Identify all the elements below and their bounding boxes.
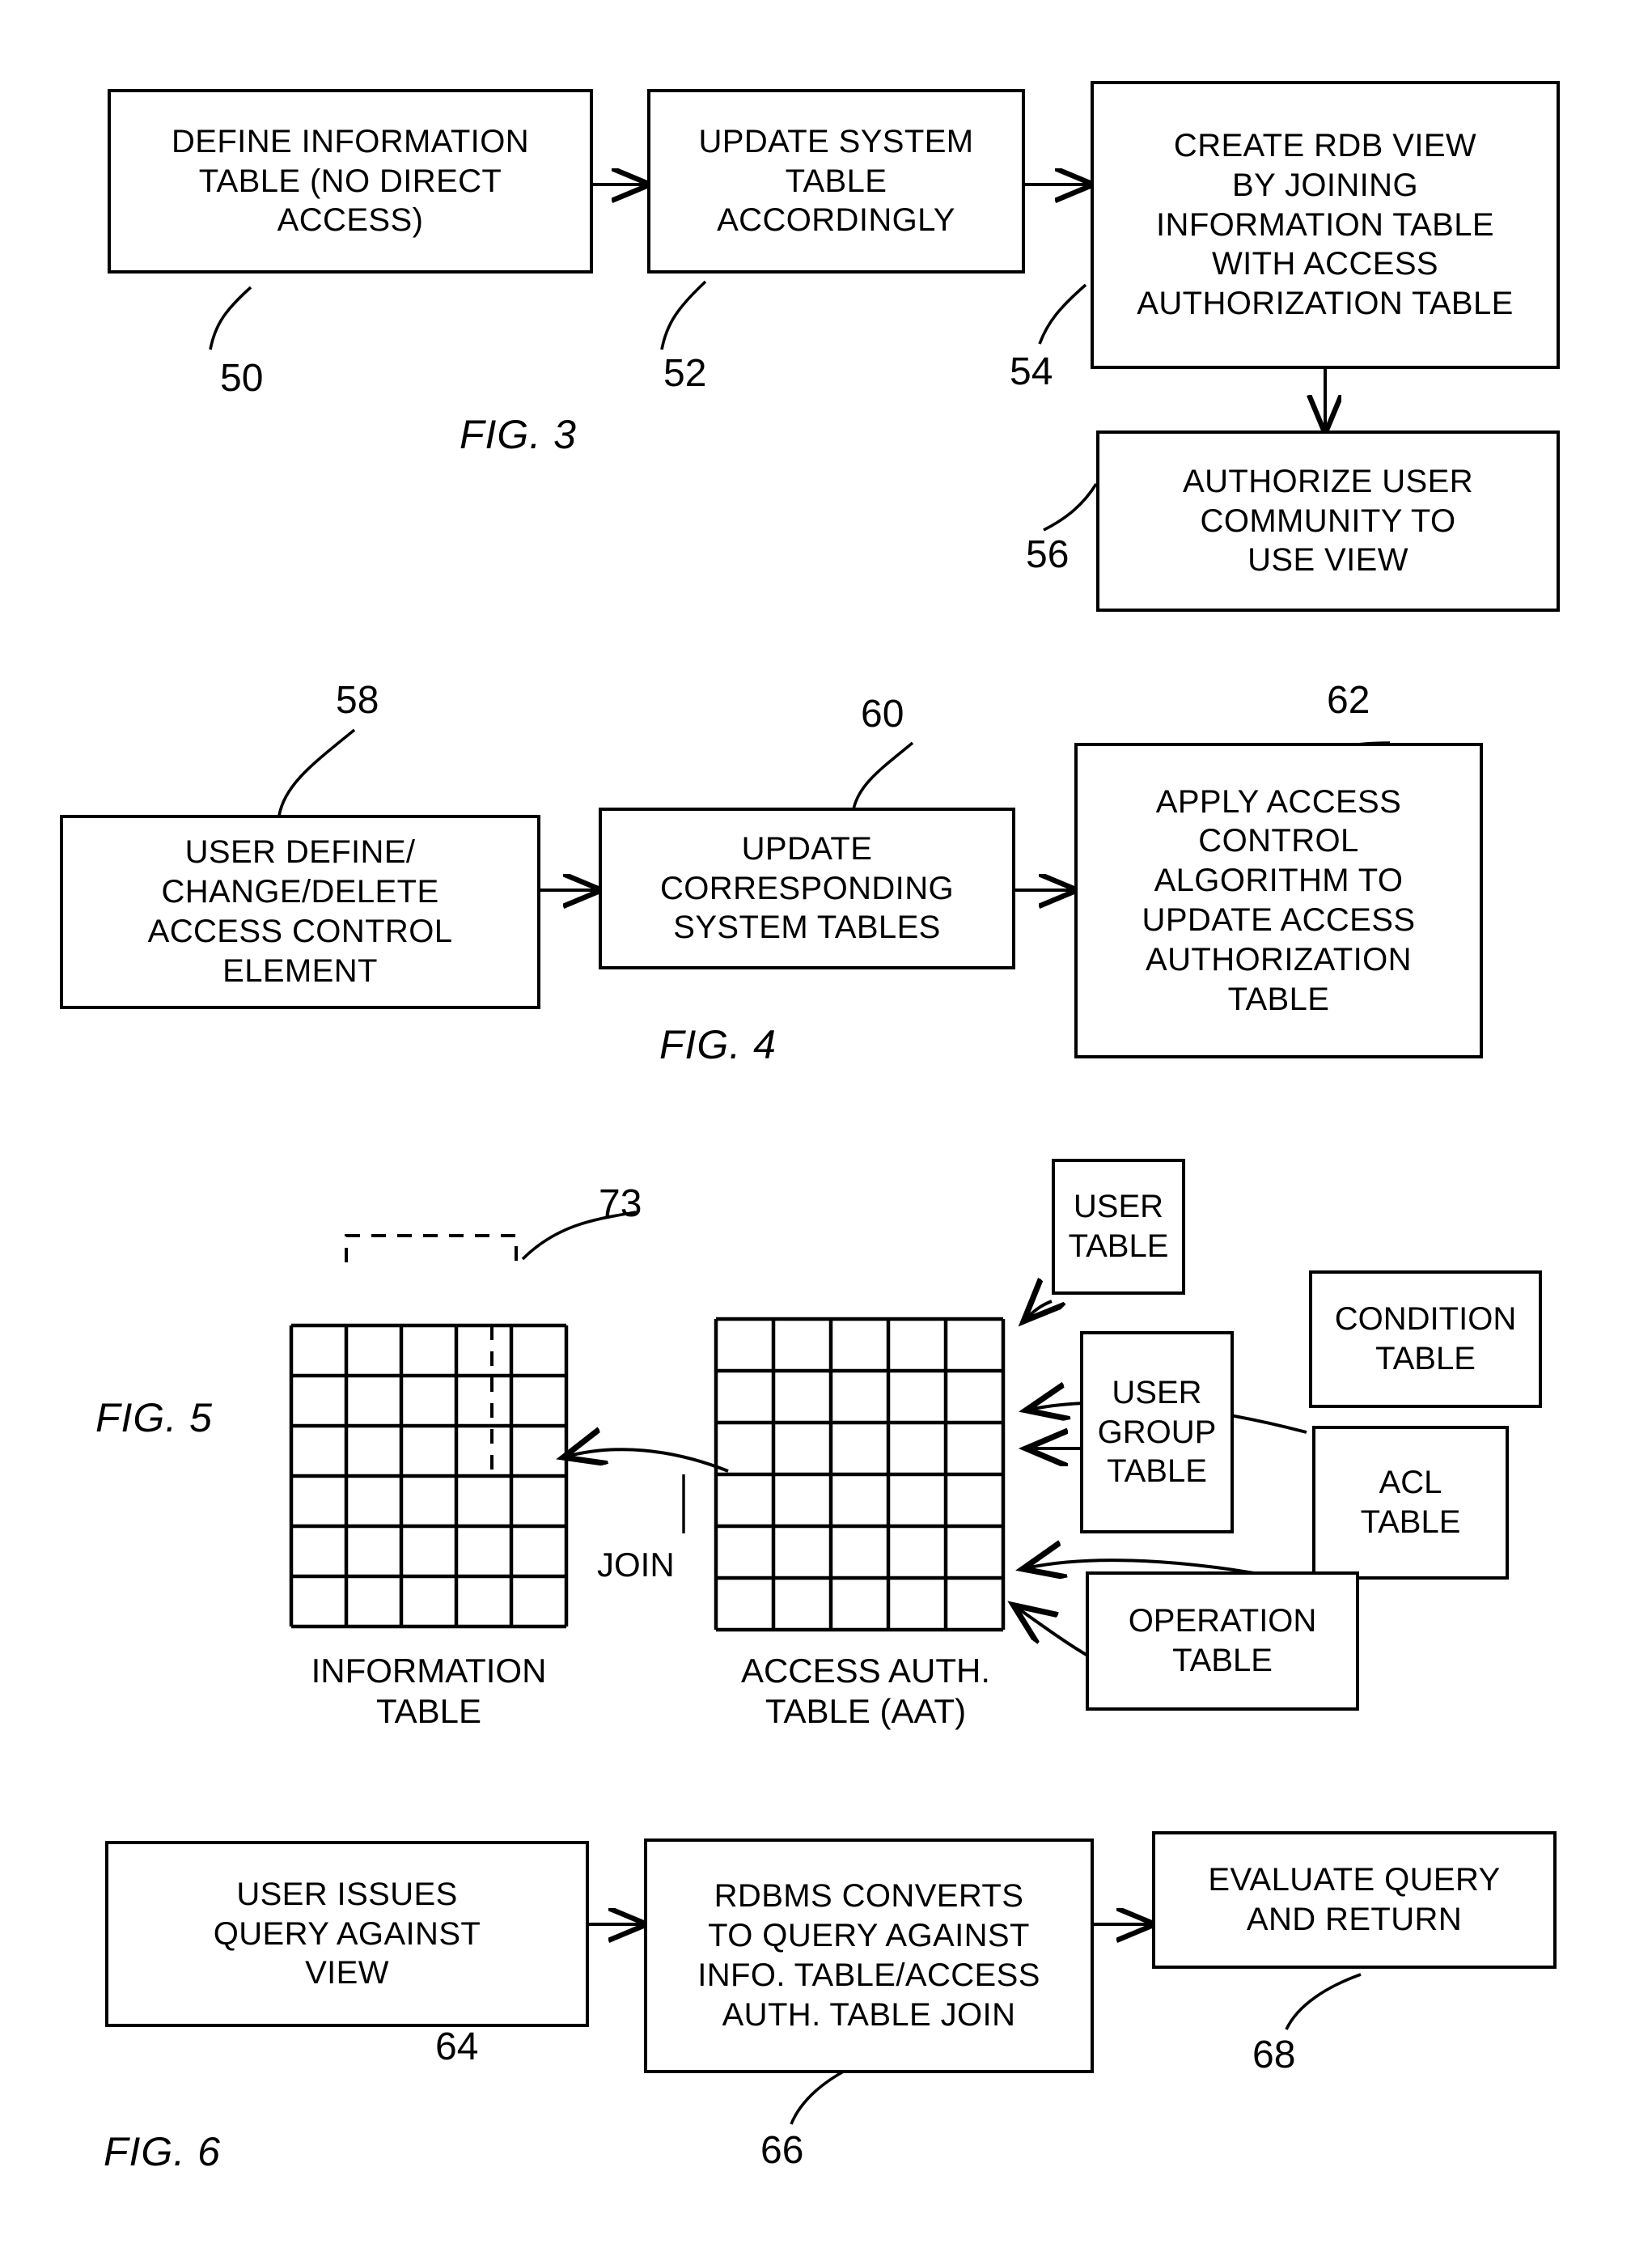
leader-66 <box>790 2063 857 2125</box>
fig5-box-operation-table-label: OPERATION TABLE <box>1128 1603 1317 1678</box>
ref-numeral-73: 73 <box>599 1182 642 1225</box>
ref-numeral-62: 62 <box>1327 679 1370 722</box>
leader-54 <box>1038 283 1087 345</box>
fig5-box-acl-table-label: ACL TABLE <box>1360 1465 1461 1540</box>
fig4-box-user-define-change-delete[interactable]: USER DEFINE/ CHANGE/DELETE ACCESS CONTRO… <box>60 815 540 1009</box>
access-auth-table-caption: ACCESS AUTH. TABLE (AAT) <box>740 1652 991 1731</box>
ref-numeral-52: 52 <box>663 352 707 395</box>
fig3-box-create-rdb-view[interactable]: CREATE RDB VIEW BY JOINING INFORMATION T… <box>1091 81 1560 369</box>
figure-label-5: FIG. 5 <box>95 1395 213 1440</box>
fig3-box-create-rdb-view-label: CREATE RDB VIEW BY JOINING INFORMATION T… <box>1137 128 1514 322</box>
fig5-box-user-table[interactable]: USER TABLE <box>1052 1159 1185 1295</box>
fig4-box-apply-access-control-algorithm-label: APPLY ACCESS CONTROL ALGORITHM TO UPDATE… <box>1142 783 1416 1017</box>
leader-58 <box>277 728 356 816</box>
fig5-box-user-group-table[interactable]: USER GROUP TABLE <box>1080 1331 1234 1533</box>
ref-numeral-60: 60 <box>861 693 904 736</box>
fig5-box-condition-table-label: CONDITION TABLE <box>1334 1301 1517 1376</box>
fig3-box-define-information-table-label: DEFINE INFORMATION TABLE (NO DIRECT ACCE… <box>171 123 529 239</box>
leader-52 <box>660 280 707 350</box>
fig5-box-user-group-table-label: USER GROUP TABLE <box>1097 1374 1217 1490</box>
fig5-box-operation-table[interactable]: OPERATION TABLE <box>1086 1571 1359 1711</box>
leader-62-upper <box>852 741 914 810</box>
fig3-box-define-information-table[interactable]: DEFINE INFORMATION TABLE (NO DIRECT ACCE… <box>108 89 593 274</box>
fig6-box-evaluate-query-and-return[interactable]: EVALUATE QUERY AND RETURN <box>1152 1831 1557 1969</box>
ref-numeral-68: 68 <box>1252 2034 1296 2076</box>
fig6-box-user-issues-query[interactable]: USER ISSUES QUERY AGAINST VIEW <box>105 1841 589 2027</box>
fig6-box-rdbms-converts[interactable]: RDBMS CONVERTS TO QUERY AGAINST INFO. TA… <box>644 1838 1094 2073</box>
ref-numeral-66: 66 <box>760 2129 804 2172</box>
fig4-box-user-define-change-delete-label: USER DEFINE/ CHANGE/DELETE ACCESS CONTRO… <box>147 834 453 989</box>
fig5-box-acl-table[interactable]: ACL TABLE <box>1312 1426 1509 1580</box>
figure-label-6: FIG. 6 <box>104 2129 221 2174</box>
leader-56 <box>1043 483 1098 532</box>
figure-label-3: FIG. 3 <box>460 412 577 457</box>
fig3-box-update-system-table-label: UPDATE SYSTEM TABLE ACCORDINGLY <box>698 123 974 239</box>
fig3-box-authorize-user-community-label: AUTHORIZE USER COMMUNITY TO USE VIEW <box>1183 463 1473 579</box>
fig4-box-update-corresponding-system-tables-label: UPDATE CORRESPONDING SYSTEM TABLES <box>659 830 954 946</box>
ref-numeral-58: 58 <box>336 679 379 722</box>
fig3-box-authorize-user-community[interactable]: AUTHORIZE USER COMMUNITY TO USE VIEW <box>1096 430 1560 612</box>
selected-column-bracket <box>345 1234 518 1481</box>
fig4-box-update-corresponding-system-tables[interactable]: UPDATE CORRESPONDING SYSTEM TABLES <box>599 808 1015 969</box>
ref-numeral-56: 56 <box>1026 533 1070 576</box>
fig3-box-update-system-table[interactable]: UPDATE SYSTEM TABLE ACCORDINGLY <box>647 89 1025 274</box>
figure-label-4: FIG. 4 <box>659 1022 777 1067</box>
fig5-box-condition-table[interactable]: CONDITION TABLE <box>1309 1270 1542 1408</box>
information-table-caption: INFORMATION TABLE <box>311 1652 547 1731</box>
join-arrow <box>566 1449 729 1473</box>
access-auth-table-grid <box>714 1317 1006 1632</box>
information-table-grid <box>289 1323 569 1629</box>
leader-50 <box>209 286 252 350</box>
fig5-box-user-table-label: USER TABLE <box>1068 1189 1169 1264</box>
join-label: JOIN <box>597 1546 675 1584</box>
ref-numeral-54: 54 <box>1010 350 1053 393</box>
leader-68 <box>1285 1973 1362 2030</box>
ref-numeral-50: 50 <box>220 357 264 400</box>
fig6-box-rdbms-converts-label: RDBMS CONVERTS TO QUERY AGAINST INFO. TA… <box>697 1878 1040 2033</box>
fig4-box-apply-access-control-algorithm[interactable]: APPLY ACCESS CONTROL ALGORITHM TO UPDATE… <box>1074 743 1483 1058</box>
patent-drawing-sheet: DEFINE INFORMATION TABLE (NO DIRECT ACCE… <box>0 0 1652 2252</box>
ref-numeral-64: 64 <box>435 2025 479 2068</box>
fig6-box-evaluate-query-and-return-label: EVALUATE QUERY AND RETURN <box>1208 1862 1501 1937</box>
arrow-user-table <box>1026 1301 1052 1319</box>
fig6-box-user-issues-query-label: USER ISSUES QUERY AGAINST VIEW <box>213 1876 481 1991</box>
